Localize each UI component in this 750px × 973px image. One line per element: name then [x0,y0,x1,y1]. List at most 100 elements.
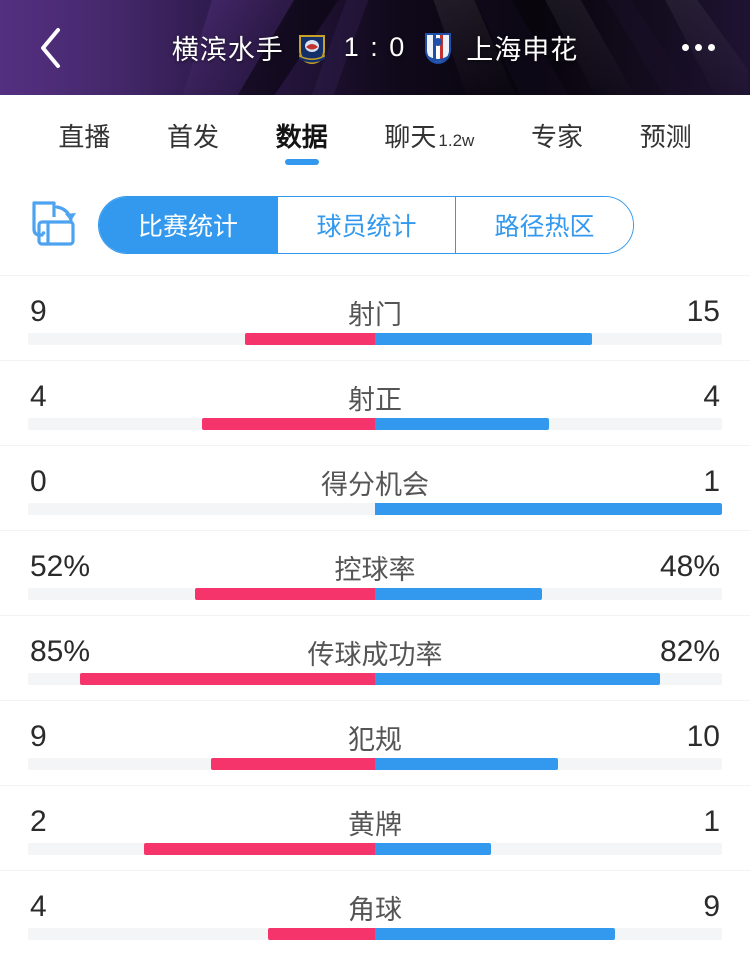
stat-row: 0 得分机会 1 [0,445,750,530]
away-team-name: 上海申花 [466,28,578,67]
stat-away-value: 9 [624,890,720,924]
stat-home-value: 52% [30,550,126,584]
stat-bar-away [375,758,558,770]
stat-row: 4 角球 9 [0,870,750,955]
stat-row: 9 犯规 10 [0,700,750,785]
stat-bar-home [144,843,375,855]
stat-row-values: 4 角球 9 [28,886,722,928]
stat-row-values: 0 得分机会 1 [28,461,722,503]
stats-segmented-control: 比赛统计 球员统计 路径热区 [98,196,634,254]
stat-bar-away [375,673,660,685]
stat-bar-track [28,928,722,940]
more-horizontal-icon [708,44,715,51]
stat-bar-home [195,588,375,600]
stat-row: 85% 传球成功率 82% [0,615,750,700]
shanghai-shenhua-crest-icon [422,31,454,65]
stats-toolbar: 比赛统计 球员统计 路径热区 [0,175,750,275]
stat-bar-track [28,588,722,600]
stat-row-values: 9射门15 [28,291,722,333]
home-team-name: 横滨水手 [172,28,284,67]
stat-label: 犯规 [348,718,402,757]
tab-chat[interactable]: 聊天 1.2w [356,95,503,175]
stat-bar-home [268,928,375,940]
stat-bar-track [28,503,722,515]
match-header: 横滨水手 1 : 0 上海申花 [0,0,750,95]
stat-label: 传球成功率 [308,633,443,672]
main-tabbar: 直播 首发 数据 聊天 1.2w 专家 预测 [0,95,750,175]
stat-row-values: 9 犯规 10 [28,716,722,758]
stat-row-values: 52% 控球率 48% [28,546,722,588]
segment-match-stats[interactable]: 比赛统计 [99,197,277,253]
stat-label: 控球率 [335,548,416,587]
stat-bar-away [375,843,491,855]
more-horizontal-icon [682,44,689,51]
stat-away-value: 48% [624,550,720,584]
more-horizontal-icon [695,44,702,51]
stat-bar-track [28,418,722,430]
tab-expert[interactable]: 专家 [503,95,612,175]
segment-heatmap-label: 路径热区 [494,207,594,243]
stat-away-value: 1 [624,805,720,839]
stat-row-values: 85% 传球成功率 82% [28,631,722,673]
stat-bar-home [245,333,375,345]
stat-bar-away [375,588,542,600]
tab-live-label: 直播 [58,117,110,154]
segment-player-stats[interactable]: 球员统计 [277,197,455,253]
stat-bar-home [211,758,375,770]
stat-label: 角球 [348,888,402,927]
stat-bar-away [375,503,722,515]
tab-data[interactable]: 数据 [247,95,356,175]
tab-prediction-label: 预测 [640,117,692,154]
stat-home-value: 9 [30,720,126,754]
stat-away-value: 10 [624,720,720,754]
stat-bar-home [202,418,376,430]
stat-bar-track [28,333,722,345]
stat-bar-away [375,928,615,940]
chevron-left-icon [37,26,63,70]
tab-expert-label: 专家 [531,117,583,154]
stat-bar-track [28,673,722,685]
tab-active-indicator [285,159,319,165]
segment-match-stats-label: 比赛统计 [138,207,238,243]
stat-away-value: 1 [624,465,720,499]
stat-row: 2 黄牌 1 [0,785,750,870]
match-stats-screen: 横滨水手 1 : 0 上海申花 [0,0,750,973]
segment-player-stats-label: 球员统计 [316,207,416,243]
tab-prediction[interactable]: 预测 [611,95,720,175]
stat-home-value: 2 [30,805,126,839]
match-stats-list: 9射门154射正40得分机会152%控球率48%85%传球成功率82%9犯规10… [0,275,750,955]
stat-home-value: 0 [30,465,126,499]
screen-rotate-icon[interactable] [26,197,82,253]
stat-row: 52% 控球率 48% [0,530,750,615]
match-title: 横滨水手 1 : 0 上海申花 [0,0,750,95]
stat-label: 得分机会 [321,463,429,502]
stat-label: 射正 [348,378,402,417]
tab-live[interactable]: 直播 [30,95,139,175]
stat-bar-away [375,418,549,430]
stat-row: 4 射正 4 [0,360,750,445]
stat-away-value: 15 [624,295,720,329]
tab-lineup[interactable]: 首发 [139,95,248,175]
stat-row-values: 4 射正 4 [28,376,722,418]
stat-home-value: 85% [30,635,126,669]
stat-away-value: 82% [624,635,720,669]
yokohama-marinos-crest-icon [296,31,328,65]
tab-lineup-label: 首发 [167,117,219,154]
stat-row-values: 2 黄牌 1 [28,801,722,843]
tab-chat-label: 聊天 [384,117,436,154]
match-score: 1 : 0 [340,32,411,63]
stat-home-value: 4 [30,890,126,924]
stat-bar-track [28,758,722,770]
stat-bar-away [375,333,592,345]
stat-home-value: 9 [30,295,126,329]
stat-bar-track [28,843,722,855]
back-button[interactable] [20,0,80,95]
stat-row: 9射门15 [0,275,750,360]
stat-label: 黄牌 [348,803,402,842]
more-options-button[interactable] [666,0,730,95]
stat-away-value: 4 [624,380,720,414]
stat-bar-home [80,673,375,685]
segment-heatmap[interactable]: 路径热区 [455,197,633,253]
tab-chat-count: 1.2w [438,131,474,151]
stat-home-value: 4 [30,380,126,414]
